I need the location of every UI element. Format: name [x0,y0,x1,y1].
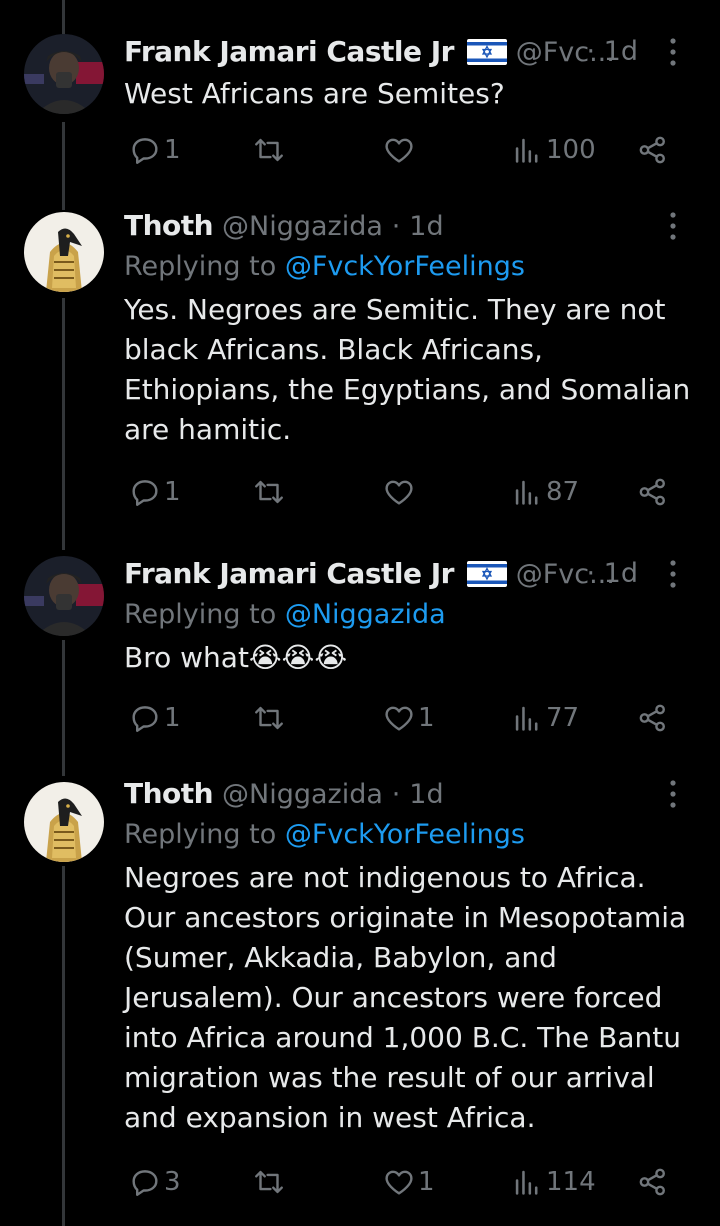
share-button[interactable] [636,1162,670,1202]
tweet[interactable]: Thoth @Niggazida · 1d Replying to @FvckY… [0,770,720,1226]
display-name[interactable]: Frank Jamari Castle Jr [124,35,454,68]
retweet-icon [255,706,283,730]
tweet-header: Thoth @Niggazida · 1d [124,774,696,814]
avatar-thoth[interactable] [24,782,104,862]
reply-mention-link[interactable]: @FvckYorFeelings [285,251,525,282]
like-button[interactable]: 1 [382,1162,435,1202]
reply-count: 3 [164,1167,181,1197]
reply-button[interactable]: 3 [128,1162,181,1202]
more-icon[interactable] [658,774,688,814]
reply-button[interactable]: 1 [128,472,181,512]
retweet-button[interactable] [252,1162,286,1202]
views-icon [515,706,538,731]
like-count: 1 [418,703,435,733]
tweet[interactable]: Frank Jamari Castle Jr @Fvc... · 1d West… [0,0,720,200]
tweet-text: West Africans are Semites? [124,77,505,110]
replying-to: Replying to @FvckYorFeelings [124,819,525,850]
share-button[interactable] [636,472,670,512]
retweet-icon [255,1170,283,1194]
reply-mention-link[interactable]: @Niggazida [285,599,446,630]
replying-to: Replying to @FvckYorFeelings [124,251,525,282]
like-button[interactable] [382,130,416,170]
views-icon [515,138,538,163]
views-count: 87 [546,477,580,507]
retweet-icon [255,480,283,504]
like-button[interactable]: 1 [382,698,435,738]
tweet-header: Thoth @Niggazida · 1d [124,206,696,246]
views-count: 77 [546,703,580,733]
action-bar: 1 100 [124,130,696,170]
like-icon [385,706,413,731]
timestamp[interactable]: 1d [409,211,443,242]
like-icon [385,480,413,505]
action-bar: 1 87 [124,472,696,512]
like-count: 1 [418,1167,435,1197]
action-bar: 3 1 114 [124,1162,696,1202]
retweet-button[interactable] [252,698,286,738]
share-icon [639,478,665,506]
tweet-text: Negroes are not indigenous to Africa. Ou… [124,861,687,1134]
handle[interactable]: @Niggazida [222,211,383,242]
timestamp[interactable]: 1d [409,779,443,810]
tweet-header: Frank Jamari Castle Jr @Fvc... · 1d [124,32,696,72]
tweet[interactable]: Thoth @Niggazida · 1d Replying to @FvckY… [0,200,720,540]
action-bar: 1 1 77 [124,698,696,738]
reply-icon [132,1170,158,1196]
avatar-frank[interactable] [24,34,104,114]
israel-flag-icon [466,561,507,587]
display-name[interactable]: Thoth [124,777,214,810]
reply-icon [132,706,158,732]
more-icon[interactable] [658,554,688,594]
tweet[interactable]: Frank Jamari Castle Jr @Fvc... · 1d Repl… [0,550,720,770]
reply-mention-link[interactable]: @FvckYorFeelings [285,819,525,850]
views-count: 100 [546,135,596,165]
retweet-icon [255,138,283,162]
share-icon [639,136,665,164]
reply-icon [132,480,158,506]
retweet-button[interactable] [252,130,286,170]
display-name[interactable]: Frank Jamari Castle Jr [124,557,454,590]
reply-count: 1 [164,135,181,165]
tweet-text: Yes. Negroes are Semitic. They are not b… [124,293,691,446]
reply-icon [132,138,158,164]
like-icon [385,138,413,163]
views-icon [515,480,538,505]
more-icon[interactable] [658,206,688,246]
replying-to: Replying to @Niggazida [124,599,446,630]
like-icon [385,1170,413,1195]
reply-count: 1 [164,703,181,733]
like-button[interactable] [382,472,416,512]
israel-flag-icon [466,39,507,65]
avatar-frank[interactable] [24,556,104,636]
views-icon [515,1170,538,1195]
retweet-button[interactable] [252,472,286,512]
views-button[interactable]: 77 [510,698,579,738]
avatar-thoth[interactable] [24,212,104,292]
views-button[interactable]: 87 [510,472,579,512]
share-button[interactable] [636,698,670,738]
timestamp[interactable]: · 1d [586,554,638,594]
tweet-text: Bro what😭😭😭 [124,641,348,674]
separator-dot: · [391,211,401,242]
more-icon[interactable] [658,32,688,72]
share-button[interactable] [636,130,670,170]
handle[interactable]: @Niggazida [222,779,383,810]
tweet-header: Frank Jamari Castle Jr @Fvc... · 1d [124,554,696,594]
reply-button[interactable]: 1 [128,698,181,738]
views-button[interactable]: 100 [510,130,596,170]
views-button[interactable]: 114 [510,1162,596,1202]
reply-count: 1 [164,477,181,507]
display-name[interactable]: Thoth [124,209,214,242]
timestamp[interactable]: · 1d [586,32,638,72]
share-icon [639,1168,665,1196]
share-icon [639,704,665,732]
views-count: 114 [546,1167,596,1197]
separator-dot: · [391,779,401,810]
reply-button[interactable]: 1 [128,130,181,170]
